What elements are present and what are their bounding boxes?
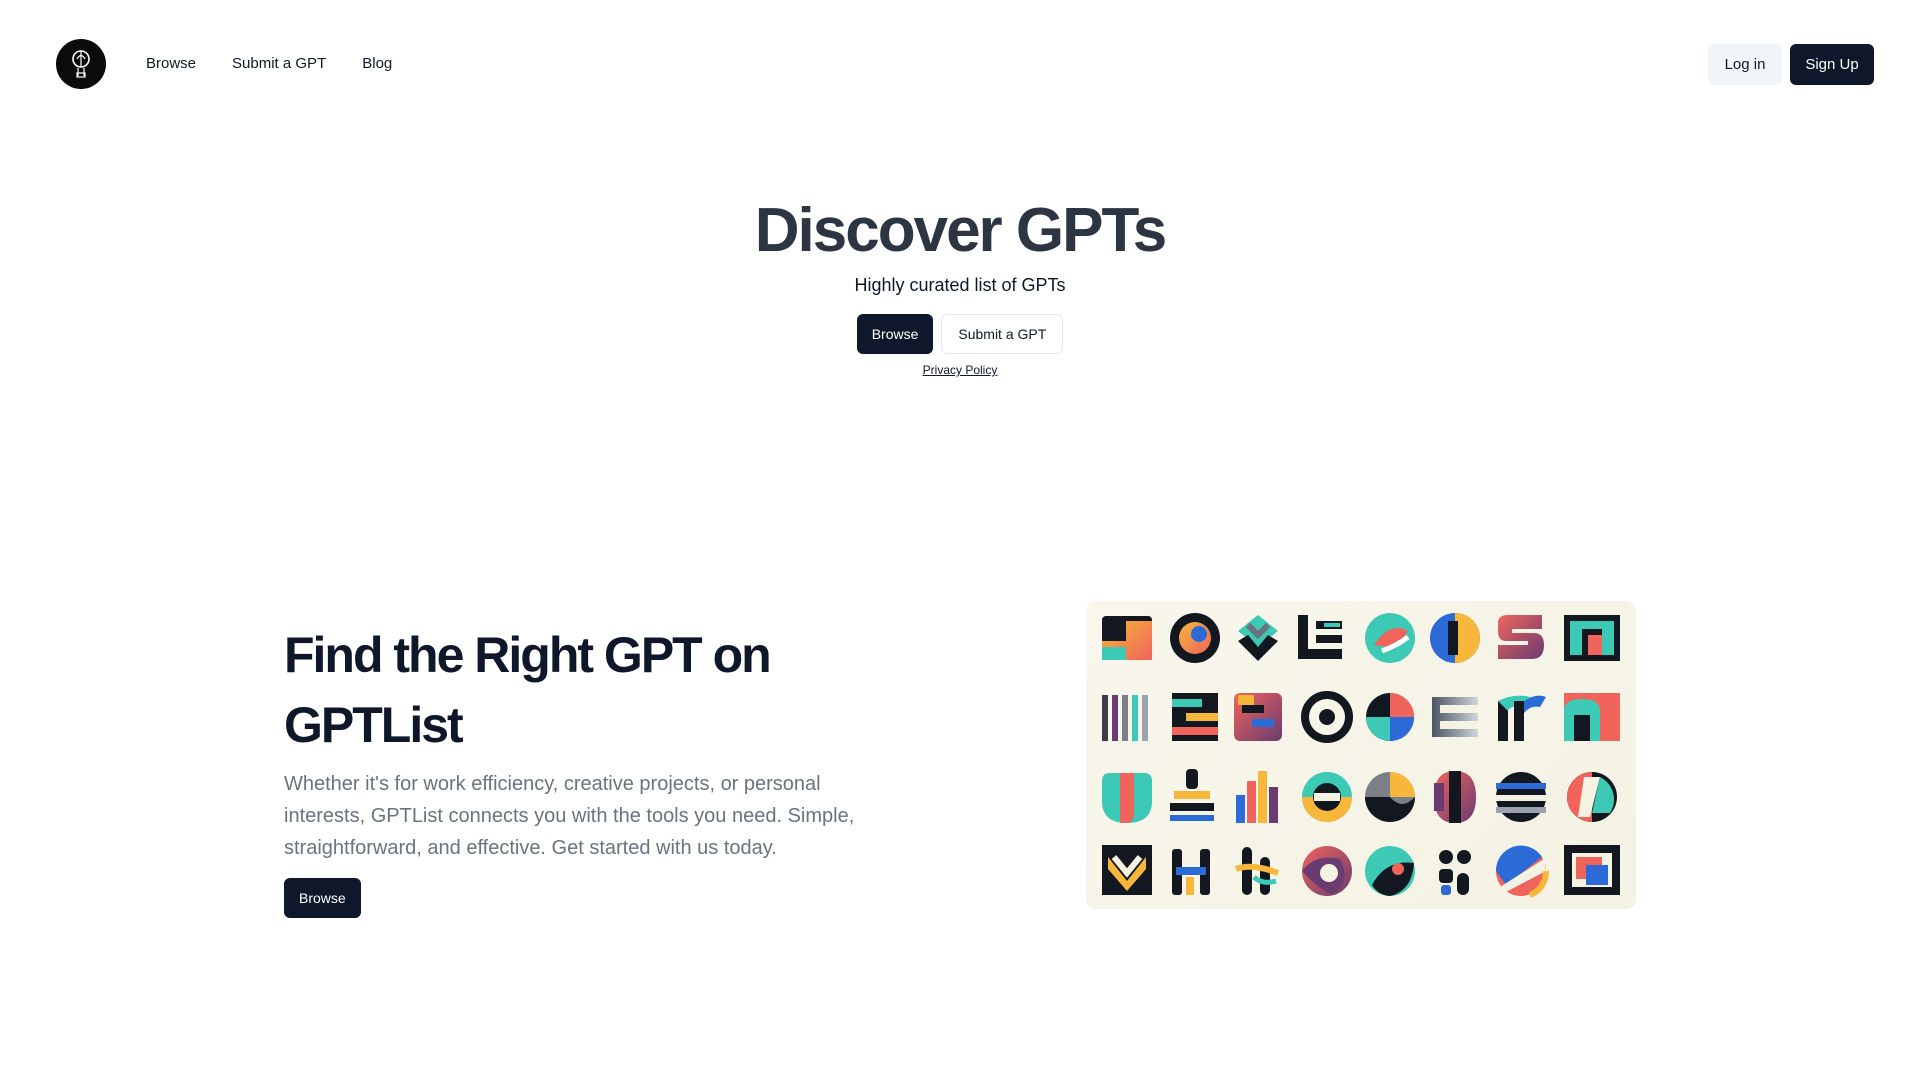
gpt-icon-26 [1172, 849, 1210, 895]
gpt-icon-grid-image [1086, 601, 1636, 909]
gpt-icon-4 [1298, 615, 1342, 659]
gpt-icon-30 [1439, 850, 1471, 895]
gpt-icon-22 [1434, 771, 1476, 823]
gpt-icon-10 [1172, 693, 1218, 741]
nav-browse-link[interactable]: Browse [146, 54, 196, 74]
gpt-icon-29 [1365, 846, 1415, 896]
hero-browse-button[interactable]: Browse [856, 314, 934, 354]
gpt-icon-1 [1102, 616, 1152, 660]
main-nav: Browse Submit a GPT Blog [146, 54, 392, 74]
gpt-icon-14 [1432, 697, 1478, 737]
gpt-icon-28 [1302, 846, 1352, 896]
gpt-icon-5 [1365, 613, 1415, 663]
gpt-icon-7 [1498, 615, 1544, 659]
nav-blog-link[interactable]: Blog [362, 54, 392, 74]
gpt-icon-32 [1564, 845, 1620, 895]
gpt-icon-9 [1102, 695, 1148, 741]
gpt-icon-17 [1102, 773, 1152, 823]
gpt-icon-19 [1236, 771, 1278, 823]
gpt-icon-16 [1564, 693, 1620, 741]
hero-buttons: Browse Submit a GPT [0, 314, 1920, 354]
gpt-icon-13 [1366, 693, 1414, 741]
icon-grid-svg [1102, 613, 1620, 898]
feature-title: Find the Right GPT on GPTList [284, 627, 772, 753]
gpt-icon-12 [1301, 691, 1353, 743]
nav-submit-gpt-link[interactable]: Submit a GPT [232, 54, 326, 74]
gpt-icon-25 [1102, 845, 1152, 895]
feature-browse-button[interactable]: Browse [284, 878, 361, 918]
hero-title: Discover GPTs [754, 196, 1167, 265]
feature-section: Find the Right GPT on GPTList Whether it… [284, 620, 944, 918]
gpt-icon-18 [1170, 769, 1214, 821]
gpt-icon-6 [1430, 613, 1480, 663]
gpt-icon-31 [1495, 845, 1549, 898]
hero-subtitle: Highly curated list of GPTs [854, 275, 1066, 295]
gpt-icon-8 [1564, 615, 1620, 661]
gpt-icon-3 [1238, 615, 1278, 661]
gpt-icon-11 [1234, 693, 1282, 741]
top-navbar: Browse Submit a GPT Blog Log in Sign Up [0, 0, 1920, 130]
hero-section: Discover GPTs Highly curated list of GPT… [0, 190, 1920, 379]
login-button[interactable]: Log in [1708, 44, 1782, 85]
feature-description: Whether it's for work efficiency, creati… [284, 773, 855, 859]
gpt-icon-24 [1567, 772, 1617, 822]
gpt-icon-2 [1170, 613, 1220, 663]
signup-button[interactable]: Sign Up [1790, 44, 1874, 85]
hero-submit-gpt-button[interactable]: Submit a GPT [941, 314, 1064, 354]
balloon-logo-icon[interactable] [56, 39, 106, 89]
privacy-policy-link[interactable]: Privacy Policy [923, 363, 998, 377]
gpt-icon-15 [1498, 695, 1546, 741]
gpt-icon-21 [1365, 772, 1415, 822]
gpt-icon-23 [1496, 772, 1546, 822]
gpt-icon-27 [1234, 847, 1280, 895]
gpt-icon-20 [1302, 772, 1352, 822]
